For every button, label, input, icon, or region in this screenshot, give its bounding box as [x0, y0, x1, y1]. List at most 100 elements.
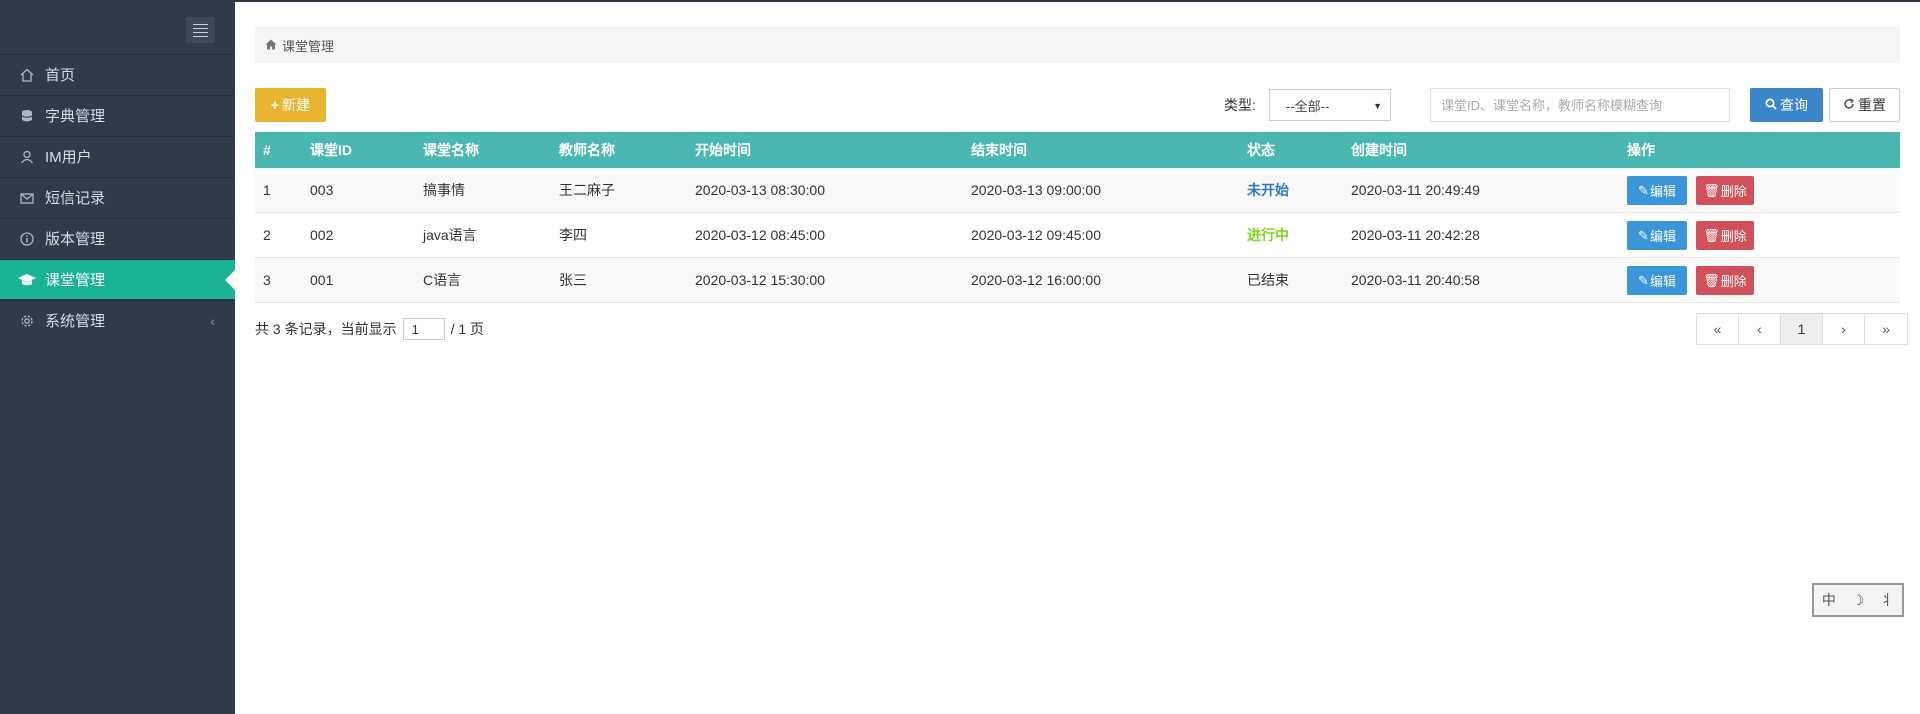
delete-button[interactable]: 🗑 删除 [1696, 266, 1754, 295]
end-time: 2020-03-12 16:00:00 [971, 272, 1101, 288]
edit-icon: ✎ [1638, 227, 1649, 243]
edit-icon: ✎ [1638, 182, 1649, 198]
prev-page-button[interactable]: ‹ [1739, 314, 1781, 344]
type-select[interactable]: --全部-- ▼ [1269, 89, 1391, 121]
reset-button[interactable]: 重置 [1829, 88, 1900, 122]
database-icon [17, 106, 37, 126]
classroom-name: java语言 [423, 227, 477, 243]
column-header: 课堂名称 [423, 142, 479, 158]
edit-icon: ✎ [1638, 272, 1649, 288]
first-page-button[interactable]: « [1697, 314, 1739, 344]
created-time: 2020-03-11 20:40:58 [1351, 272, 1480, 288]
record-summary: 共 3 条记录，当前显示 1 / 1 页 [255, 318, 484, 340]
teacher-name: 王二麻子 [559, 182, 615, 198]
pagination: « ‹ 1 › » [1696, 313, 1908, 345]
end-time: 2020-03-12 09:45:00 [971, 227, 1101, 243]
chinese-mode-icon: 中 [1821, 592, 1836, 608]
graduation-cap-icon [17, 270, 37, 290]
column-header: 创建时间 [1351, 142, 1407, 158]
sidebar-item-label: 系统管理 [45, 313, 106, 330]
breadcrumb: 课堂管理 [255, 27, 1900, 63]
punctuation-icon: ⺦ [1880, 592, 1895, 608]
column-header: 开始时间 [695, 142, 751, 158]
plus-icon: + [270, 97, 280, 113]
user-icon [17, 147, 37, 167]
column-header: 状态 [1247, 142, 1275, 158]
sidebar-item-label: IM用户 [45, 149, 92, 166]
page-number-input[interactable]: 1 [402, 318, 445, 340]
sidebar-item-label: 版本管理 [45, 231, 106, 248]
column-header: # [263, 142, 271, 158]
sidebar-item-dictionary[interactable]: 字典管理 [0, 95, 235, 135]
info-icon [17, 229, 37, 249]
sidebar-item-classroom[interactable]: 课堂管理 [0, 259, 235, 299]
row-number: 2 [263, 227, 271, 243]
classroom-id: 002 [310, 227, 334, 243]
search-input[interactable] [1430, 88, 1730, 122]
table-row: 1 003 搞事情 王二麻子 2020-03-13 08:30:00 2020-… [255, 168, 1900, 213]
column-header: 结束时间 [971, 142, 1027, 158]
sidebar-item-sms-records[interactable]: 短信记录 [0, 177, 235, 217]
trash-icon: 🗑 [1703, 182, 1720, 198]
trash-icon: 🗑 [1703, 227, 1720, 243]
sidebar-item-home[interactable]: 首页 [0, 54, 235, 94]
input-method-widget[interactable]: 中 ☽ ⺦ [1812, 583, 1904, 617]
teacher-name: 李四 [559, 227, 587, 243]
new-button[interactable]: + 新建 [255, 88, 326, 122]
sidebar-item-label: 课堂管理 [45, 272, 106, 289]
home-icon [17, 65, 37, 85]
status-badge: 已结束 [1247, 272, 1289, 288]
status-badge: 未开始 [1247, 182, 1289, 198]
caret-down-icon: ▼ [1373, 101, 1382, 111]
end-time: 2020-03-13 09:00:00 [971, 182, 1101, 198]
column-header: 操作 [1627, 142, 1655, 158]
classroom-id: 003 [310, 182, 334, 198]
edit-button[interactable]: ✎ 编辑 [1627, 176, 1687, 205]
column-header: 课堂ID [310, 142, 352, 158]
edit-button[interactable]: ✎ 编辑 [1627, 266, 1687, 295]
sidebar-item-label: 首页 [45, 67, 76, 84]
top-border [0, 0, 1920, 2]
sidebar-item-label: 字典管理 [45, 108, 106, 125]
trash-icon: 🗑 [1703, 272, 1720, 288]
moon-icon: ☽ [1851, 591, 1865, 608]
sidebar-item-label: 短信记录 [45, 190, 106, 207]
sidebar-item-version[interactable]: 版本管理 [0, 218, 235, 258]
start-time: 2020-03-12 08:45:00 [695, 227, 825, 243]
sidebar-item-system[interactable]: 系统管理 ‹ [0, 300, 235, 340]
page-button-current[interactable]: 1 [1781, 314, 1823, 344]
search-icon [1765, 97, 1777, 113]
type-label: 类型: [1224, 97, 1256, 113]
classroom-name: C语言 [423, 272, 462, 288]
query-button[interactable]: 查询 [1750, 88, 1823, 122]
status-badge: 进行中 [1247, 227, 1289, 243]
created-time: 2020-03-11 20:42:28 [1351, 227, 1480, 243]
home-icon [265, 38, 277, 53]
last-page-button[interactable]: » [1865, 314, 1907, 344]
sidebar: 首页 字典管理 IM用户 短信记录 版本管理 课堂管理 系统管理 ‹ [0, 0, 235, 714]
next-page-button[interactable]: › [1823, 314, 1865, 344]
row-number: 1 [263, 182, 271, 198]
delete-button[interactable]: 🗑 删除 [1696, 176, 1754, 205]
chevron-left-icon: ‹ [210, 312, 215, 329]
start-time: 2020-03-12 15:30:00 [695, 272, 825, 288]
classroom-table: # 课堂ID 课堂名称 教师名称 开始时间 结束时间 状态 创建时间 操作 1 … [255, 132, 1900, 303]
table-header: # 课堂ID 课堂名称 教师名称 开始时间 结束时间 状态 创建时间 操作 [255, 132, 1900, 168]
envelope-icon [17, 188, 37, 208]
gear-icon [17, 311, 37, 331]
classroom-id: 001 [310, 272, 334, 288]
edit-button[interactable]: ✎ 编辑 [1627, 221, 1687, 250]
start-time: 2020-03-13 08:30:00 [695, 182, 825, 198]
breadcrumb-current: 课堂管理 [282, 38, 335, 54]
created-time: 2020-03-11 20:49:49 [1351, 182, 1480, 198]
sidebar-item-im-users[interactable]: IM用户 [0, 136, 235, 176]
menu-toggle-button[interactable] [186, 17, 215, 43]
delete-button[interactable]: 🗑 删除 [1696, 221, 1754, 250]
table-row: 3 001 C语言 张三 2020-03-12 15:30:00 2020-03… [255, 258, 1900, 303]
teacher-name: 张三 [559, 272, 587, 288]
refresh-icon [1843, 97, 1855, 113]
table-row: 2 002 java语言 李四 2020-03-12 08:45:00 2020… [255, 213, 1900, 258]
row-number: 3 [263, 272, 271, 288]
column-header: 教师名称 [559, 142, 615, 158]
classroom-name: 搞事情 [423, 182, 465, 198]
